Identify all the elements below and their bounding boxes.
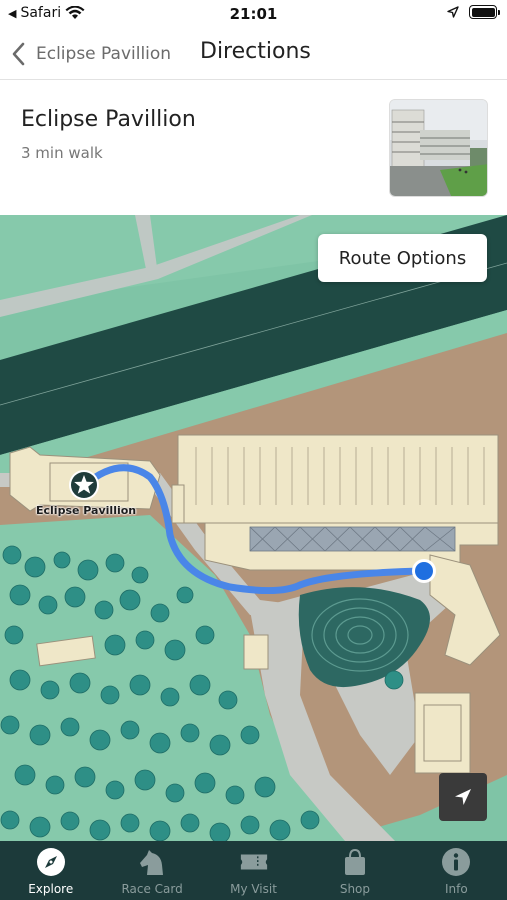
tab-race-card[interactable]: Race Card <box>101 841 202 900</box>
destination-photo[interactable] <box>389 99 488 197</box>
status-bar: ◀ Safari 21:01 <box>0 0 507 28</box>
map-view[interactable]: Eclipse Pavillion Route Options <box>0 215 507 841</box>
walk-time: 3 min walk <box>21 144 103 162</box>
destination-map-label: Eclipse Pavillion <box>36 504 137 517</box>
location-arrow-icon <box>455 789 471 805</box>
tab-info[interactable]: Info <box>406 841 507 900</box>
tab-explore[interactable]: Explore <box>0 841 101 900</box>
chevron-left-icon <box>12 42 25 66</box>
nav-bar: Eclipse Pavillion Directions <box>0 28 507 80</box>
tab-label: Explore <box>28 882 74 896</box>
tab-shop[interactable]: Shop <box>304 841 405 900</box>
page-title: Directions <box>200 39 311 64</box>
tab-label: My Visit <box>230 882 277 896</box>
tab-my-visit[interactable]: My Visit <box>203 841 304 900</box>
destination-card: Eclipse Pavillion 3 min walk <box>0 81 507 215</box>
route-options-button[interactable]: Route Options <box>318 234 487 282</box>
location-arrow-icon <box>447 6 459 18</box>
battery-icon <box>469 5 500 19</box>
tab-bar: Explore Race Card My Visit Shop Info <box>0 841 507 900</box>
info-icon <box>441 847 471 877</box>
locate-me-button[interactable] <box>439 773 487 821</box>
tab-label: Race Card <box>121 882 183 896</box>
back-button[interactable]: Eclipse Pavillion <box>12 38 171 70</box>
compass-icon <box>36 847 66 877</box>
map-canvas[interactable] <box>0 215 507 841</box>
horse-head-icon <box>137 847 167 877</box>
tab-label: Shop <box>339 882 371 896</box>
status-time: 21:01 <box>229 5 278 23</box>
shopping-bag-icon <box>340 847 370 877</box>
ticket-icon <box>239 847 269 877</box>
back-label: Eclipse Pavillion <box>36 44 172 64</box>
tab-label: Info <box>444 882 468 896</box>
status-right <box>447 5 500 19</box>
battery-fill <box>471 7 495 17</box>
destination-name: Eclipse Pavillion <box>21 107 196 132</box>
